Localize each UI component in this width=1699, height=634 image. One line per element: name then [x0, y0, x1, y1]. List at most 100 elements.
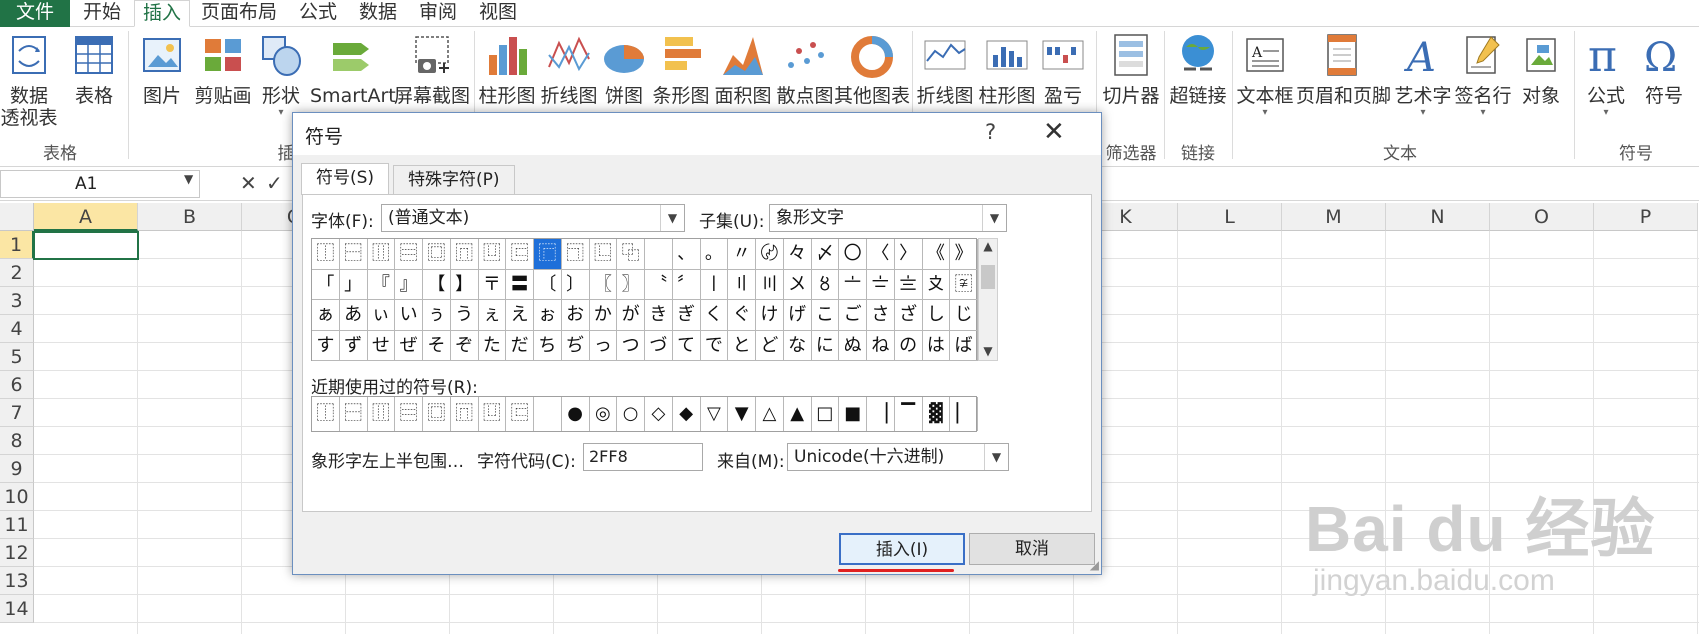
- recent-symbol-cell[interactable]: ⿱: [340, 397, 368, 431]
- symbol-cell[interactable]: さ: [867, 300, 895, 331]
- symbol-grid[interactable]: ⿰⿱⿲⿳⿴⿵⿶⿷⿸⿹⿺⿻、。〃〄々〆〇〈〉《》「」『』【】〒〓〔〕〖〗〝〞〡〢〣…: [311, 238, 978, 361]
- column-header[interactable]: N: [1386, 203, 1490, 231]
- symbol-cell[interactable]: 〥: [811, 269, 840, 300]
- symbol-cell[interactable]: な: [783, 330, 812, 361]
- symbol-cell[interactable]: 〕: [561, 269, 590, 300]
- recent-symbol-cell[interactable]: ⿳: [395, 397, 423, 431]
- symbol-cell[interactable]: 〉: [894, 239, 923, 270]
- subset-select[interactable]: 象形文字 ▼: [769, 204, 1007, 232]
- column-header[interactable]: M: [1282, 203, 1386, 231]
- row-header[interactable]: 12: [0, 539, 34, 567]
- symbol-cell[interactable]: 〒: [478, 269, 507, 300]
- recent-symbol-cell[interactable]: ▕: [867, 397, 895, 431]
- recent-symbol-cell[interactable]: ▲: [784, 397, 812, 431]
- column-header[interactable]: L: [1178, 203, 1282, 231]
- chevron-down-icon[interactable]: ▼: [184, 172, 193, 186]
- symbol-cell[interactable]: 〣: [756, 269, 784, 300]
- smartart-button[interactable]: SmartArt: [310, 31, 396, 107]
- recent-symbols[interactable]: ⿰⿱⿲⿳⿴⿵⿶⿷ ● ◎ ○ ◇ ◆ ▽ ▼ △ ▲ □ ■ ▕ ▔ ▓ ▏: [311, 396, 978, 432]
- symbol-cell[interactable]: ず: [339, 330, 368, 361]
- tab-view[interactable]: 视图: [470, 0, 526, 27]
- symbol-cell[interactable]: だ: [506, 330, 534, 361]
- symbol-cell[interactable]: た: [478, 330, 507, 361]
- symbol-cell[interactable]: せ: [367, 330, 396, 361]
- row-header[interactable]: 9: [0, 455, 34, 483]
- symbol-cell[interactable]: て: [672, 330, 701, 361]
- recent-symbol-cell[interactable]: ⿵: [451, 397, 479, 431]
- symbol-cell[interactable]: 》: [950, 239, 978, 270]
- symbol-cell[interactable]: ぃ: [367, 300, 396, 331]
- shapes-button[interactable]: 形状 ▾: [256, 31, 306, 119]
- tab-symbols[interactable]: 符号(S): [301, 163, 390, 195]
- symbol-cell[interactable]: ⿳: [395, 239, 423, 270]
- symbol-cell[interactable]: ぬ: [839, 330, 867, 361]
- recent-symbol-cell[interactable]: ⿰: [312, 397, 340, 431]
- scroll-up-icon[interactable]: ▲: [979, 239, 997, 253]
- symbol-cell[interactable]: は: [922, 330, 951, 361]
- header-footer-button[interactable]: 页眉和页脚: [1296, 31, 1391, 107]
- symbol-cell[interactable]: 〦: [839, 269, 867, 300]
- recent-symbol-cell[interactable]: ⿶: [479, 397, 507, 431]
- tab-insert[interactable]: 插入: [134, 0, 190, 27]
- symbol-cell[interactable]: 〃: [728, 239, 756, 270]
- symbol-cell[interactable]: 〔: [534, 269, 562, 300]
- symbol-cell[interactable]: 《: [922, 239, 951, 270]
- symbol-cell[interactable]: 〝: [645, 269, 673, 300]
- tab-review[interactable]: 审阅: [410, 0, 466, 27]
- symbol-button[interactable]: Ω 符号: [1636, 31, 1692, 107]
- chevron-down-icon[interactable]: ▼: [982, 205, 1006, 231]
- symbol-cell[interactable]: ⿸: [534, 239, 562, 270]
- symbol-cell[interactable]: そ: [423, 330, 451, 361]
- symbol-cell[interactable]: ざ: [894, 300, 923, 331]
- symbol-cell[interactable]: ⿱: [339, 239, 368, 270]
- tab-formulas[interactable]: 公式: [290, 0, 346, 27]
- char-code-input[interactable]: 2FF8: [583, 443, 703, 471]
- symbol-cell[interactable]: 〇: [839, 239, 867, 270]
- symbol-cell[interactable]: [645, 239, 673, 270]
- symbol-cell[interactable]: ⿻: [617, 239, 645, 270]
- other-charts-button[interactable]: 其他图表: [834, 31, 910, 107]
- symbol-cell[interactable]: か: [589, 300, 618, 331]
- chevron-down-icon[interactable]: ▼: [660, 205, 684, 231]
- pivot-table-button[interactable]: 数据 透视表: [0, 31, 62, 129]
- column-header[interactable]: A: [34, 203, 138, 231]
- recent-symbol-cell[interactable]: ▓: [923, 397, 951, 431]
- signature-line-button[interactable]: 签名行 ▾: [1452, 31, 1514, 119]
- row-header[interactable]: 14: [0, 595, 34, 623]
- symbol-cell[interactable]: ぐ: [728, 300, 756, 331]
- symbol-cell[interactable]: ⿶: [478, 239, 507, 270]
- name-box[interactable]: A1: [0, 170, 200, 198]
- symbol-cell[interactable]: ⿷: [506, 239, 534, 270]
- equation-button[interactable]: π 公式 ▾: [1578, 31, 1634, 119]
- symbol-cell[interactable]: ぅ: [423, 300, 451, 331]
- symbol-cell[interactable]: づ: [645, 330, 673, 361]
- symbol-cell[interactable]: っ: [589, 330, 618, 361]
- slicer-button[interactable]: 切片器: [1100, 31, 1162, 107]
- resize-grip-icon[interactable]: ◢: [1090, 558, 1099, 572]
- symbol-cell[interactable]: 〡: [700, 269, 729, 300]
- tab-file[interactable]: 文件: [0, 0, 70, 27]
- symbol-cell[interactable]: お: [561, 300, 590, 331]
- sparkline-column-button[interactable]: 柱形图: [976, 31, 1038, 107]
- from-select[interactable]: Unicode(十六进制) ▼: [787, 443, 1009, 471]
- symbol-cell[interactable]: ⿵: [450, 239, 479, 270]
- row-header[interactable]: 2: [0, 259, 34, 287]
- check-icon[interactable]: ✓: [266, 171, 283, 195]
- recent-symbol-cell[interactable]: [534, 397, 562, 431]
- row-header[interactable]: 7: [0, 399, 34, 427]
- column-chart-button[interactable]: 柱形图: [476, 31, 538, 107]
- symbol-cell[interactable]: 」: [339, 269, 368, 300]
- symbol-cell[interactable]: 〤: [783, 269, 812, 300]
- symbol-cell[interactable]: 々: [783, 239, 812, 270]
- selected-cell-a1[interactable]: [33, 231, 139, 260]
- dialog-titlebar[interactable]: 符号 ? ✕: [293, 113, 1101, 155]
- recent-symbol-cell[interactable]: ◎: [590, 397, 618, 431]
- sparkline-line-button[interactable]: 折线图: [914, 31, 976, 107]
- symbol-cell[interactable]: ぎ: [672, 300, 701, 331]
- symbol-cell[interactable]: つ: [617, 330, 645, 361]
- textbox-button[interactable]: A 文本框 ▾: [1234, 31, 1296, 119]
- column-header[interactable]: B: [138, 203, 242, 231]
- recent-symbol-cell[interactable]: ●: [562, 397, 590, 431]
- chevron-down-icon[interactable]: ▼: [984, 444, 1008, 470]
- row-header[interactable]: 1: [0, 231, 34, 259]
